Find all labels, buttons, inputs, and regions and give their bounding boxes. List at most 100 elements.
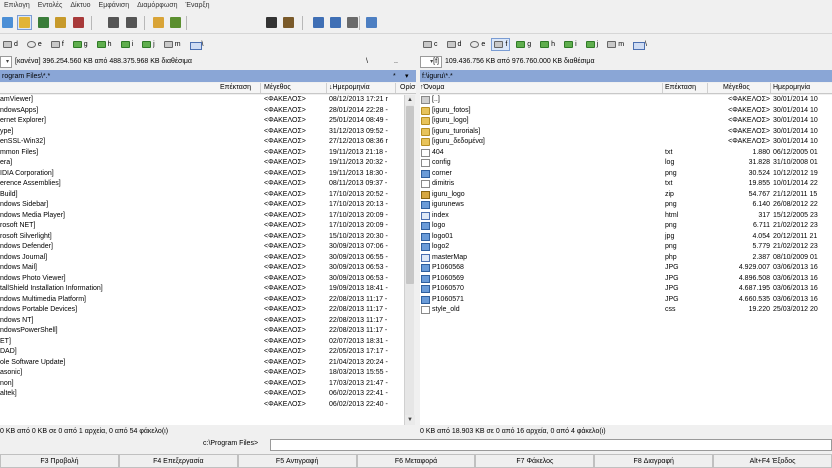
table-row[interactable]: logo png 6.711 21/02/2012 23 — [420, 221, 832, 232]
table-row[interactable]: dimitris txt 19.855 10/01/2014 22 — [420, 179, 832, 190]
left-col-attr[interactable]: Ορίσ — [400, 84, 415, 91]
drive-button-m[interactable]: m — [161, 38, 184, 51]
table-row[interactable]: enSSL-Win32] <ΦΑΚΕΛΟΣ> 27/12/2013 08:36 r — [0, 137, 404, 148]
drive-button-root[interactable]: \ — [630, 38, 650, 51]
table-row[interactable]: 404 txt 1.880 06/12/2005 01 — [420, 148, 832, 159]
table-row[interactable]: ndows Defender] <ΦΑΚΕΛΟΣ> 30/09/2013 07:06… — [0, 242, 404, 253]
menu-item[interactable]: Εμφάνιση — [95, 2, 134, 9]
table-row[interactable]: ndows Journal] <ΦΑΚΕΛΟΣ> 30/09/2013 06:55 … — [0, 253, 404, 264]
drive-button-h[interactable]: h — [537, 38, 558, 51]
right-col-ext[interactable]: Επέκταση — [665, 84, 696, 91]
drive-button-d[interactable]: d — [444, 38, 465, 51]
drive-button-e[interactable]: e — [467, 38, 488, 51]
drive-button-f[interactable]: f — [48, 38, 67, 51]
menu-item[interactable]: Δίκτυο — [66, 2, 94, 9]
drive-button-f[interactable]: f — [491, 38, 511, 51]
notepad-button[interactable] — [364, 15, 379, 30]
forward-button[interactable] — [124, 15, 139, 30]
table-row[interactable]: ndows Media Player] <ΦΑΚΕΛΟΣ> 17/10/2013 2… — [0, 211, 404, 222]
table-row[interactable]: erence Assemblies] <ΦΑΚΕΛΟΣ> 08/11/2013 09… — [0, 179, 404, 190]
fkey-button[interactable]: F5 Αντιγραφή — [237, 454, 357, 468]
scroll-up-icon[interactable]: ▲ — [405, 95, 415, 105]
table-row[interactable]: amViewer] <ΦΑΚΕΛΟΣ> 08/12/2013 17:21 r — [0, 95, 404, 106]
drive-button-g[interactable]: g — [513, 38, 534, 51]
ftp-connect-button[interactable] — [311, 15, 326, 30]
left-col-ext[interactable]: Επέκταση — [220, 84, 251, 91]
unpack-files-button[interactable] — [168, 15, 183, 30]
command-input[interactable] — [270, 439, 832, 451]
tree-view-button[interactable] — [53, 15, 68, 30]
scroll-thumb[interactable] — [406, 106, 414, 284]
fkey-button[interactable]: F3 Προβολή — [0, 454, 119, 468]
table-row[interactable]: ype] <ΦΑΚΕΛΟΣ> 31/12/2013 09:52 - — [0, 127, 404, 138]
drive-button-d[interactable]: d — [0, 38, 21, 51]
table-row[interactable]: non] <ΦΑΚΕΛΟΣ> 17/03/2013 21:47 - — [0, 379, 404, 390]
drive-button-c[interactable]: c — [420, 38, 441, 51]
multi-rename-button[interactable] — [281, 15, 296, 30]
table-row[interactable]: DAD] <ΦΑΚΕΛΟΣ> 22/05/2013 17:17 - — [0, 347, 404, 358]
menu-item[interactable]: Εντολές — [34, 2, 67, 9]
fkey-button[interactable]: F6 Μεταφορά — [356, 454, 476, 468]
menu-item[interactable]: Έναρξη — [182, 2, 214, 9]
table-row[interactable]: [iguru_δεδομένα] <ΦΑΚΕΛΟΣ> 30/01/2014 10 — [420, 137, 832, 148]
find-files-button[interactable] — [264, 15, 279, 30]
table-row[interactable]: mmon Files] <ΦΑΚΕΛΟΣ> 19/11/2013 21:18 - — [0, 148, 404, 159]
full-view-button[interactable] — [36, 15, 51, 30]
table-row[interactable]: ole Software Update] <ΦΑΚΕΛΟΣ> 21/04/2013 … — [0, 358, 404, 369]
table-row[interactable]: ndows NT] <ΦΑΚΕΛΟΣ> 22/08/2013 11:17 - — [0, 316, 404, 327]
ftp-new-connection-button[interactable] — [328, 15, 343, 30]
fkey-button[interactable]: Alt+F4 Έξοδος — [713, 454, 832, 468]
menu-item[interactable]: Διαμόρφωση — [133, 2, 181, 9]
drive-button-j[interactable]: j — [583, 38, 602, 51]
table-row[interactable]: ndows Mail] <ΦΑΚΕΛΟΣ> 30/09/2013 06:53 - — [0, 263, 404, 274]
table-row[interactable]: ndows Multimedia Platform] <ΦΑΚΕΛΟΣ> 22/08… — [0, 295, 404, 306]
table-row[interactable]: P1060568 JPG 4.929.007 03/06/2013 16 — [420, 263, 832, 274]
left-hotlist-button[interactable]: ▾ — [405, 72, 409, 80]
right-path-bar[interactable]: f:\iguru\*.* — [420, 70, 832, 82]
table-row[interactable]: IDIA Corporation] <ΦΑΚΕΛΟΣ> 19/11/2013 18:… — [0, 169, 404, 180]
table-row[interactable]: ndows Sidebar] <ΦΑΚΕΛΟΣ> 17/10/2013 20:13 … — [0, 200, 404, 211]
drive-button-e[interactable]: e — [24, 38, 45, 51]
drive-button-m[interactable]: m — [604, 38, 627, 51]
drive-button-g[interactable]: g — [70, 38, 91, 51]
left-history-button[interactable]: * — [393, 73, 396, 80]
table-row[interactable]: ndowsApps] <ΦΑΚΕΛΟΣ> 28/01/2014 22:28 - — [0, 106, 404, 117]
table-row[interactable]: rosoft Silverlight] <ΦΑΚΕΛΟΣ> 15/10/2013 2… — [0, 232, 404, 243]
pack-files-button[interactable] — [151, 15, 166, 30]
scroll-down-icon[interactable]: ▼ — [405, 415, 415, 425]
fkey-button[interactable]: F4 Επεξεργασία — [118, 454, 238, 468]
table-row[interactable]: P1060570 JPG 4.687.195 03/06/2013 16 — [420, 284, 832, 295]
table-row[interactable]: era] <ΦΑΚΕΛΟΣ> 19/11/2013 20:32 - — [0, 158, 404, 169]
table-row[interactable]: iguru_logo zip 54.767 21/12/2011 15 — [420, 190, 832, 201]
left-drive-select[interactable]: ▾ — [0, 55, 12, 68]
table-row[interactable]: tallShield Installation Information] <ΦΑΚ… — [0, 284, 404, 295]
drive-button-root[interactable]: \ — [187, 38, 207, 51]
table-row[interactable]: logo2 png 5.779 21/02/2012 23 — [420, 242, 832, 253]
left-scrollbar[interactable]: ▲ ▼ — [404, 95, 415, 425]
table-row[interactable]: corner png 30.524 10/12/2012 19 — [420, 169, 832, 180]
right-drive-select[interactable]: ▾ [f] — [420, 55, 442, 68]
table-row[interactable]: ndows Photo Viewer] <ΦΑΚΕΛΟΣ> 30/09/2013 0… — [0, 274, 404, 285]
table-row[interactable]: <ΦΑΚΕΛΟΣ> 06/02/2013 22:40 - — [0, 400, 404, 411]
left-root-button[interactable]: \ — [366, 58, 368, 65]
table-row[interactable]: masterMap php 2.387 08/10/2009 01 — [420, 253, 832, 264]
menu-item[interactable]: Επιλογη — [0, 2, 34, 9]
drive-button-j[interactable]: j — [139, 38, 158, 51]
left-up-button[interactable]: .. — [394, 58, 398, 65]
table-row[interactable]: logo01 jpg 4.054 20/12/2011 21 — [420, 232, 832, 243]
left-path-bar[interactable]: rogram Files\*.* * ▾ — [0, 70, 416, 82]
drive-button-i[interactable]: i — [118, 38, 137, 51]
table-row[interactable]: P1060571 JPG 4.660.535 03/06/2013 16 — [420, 295, 832, 306]
fkey-button[interactable]: F8 Διαγραφή — [594, 454, 714, 468]
table-row[interactable]: [..] <ΦΑΚΕΛΟΣ> 30/01/2014 10 — [420, 95, 832, 106]
drive-button-h[interactable]: h — [94, 38, 115, 51]
invert-selection-button[interactable] — [71, 15, 86, 30]
left-file-list[interactable]: amViewer] <ΦΑΚΕΛΟΣ> 08/12/2013 17:21 r ndow… — [0, 95, 404, 425]
left-col-date[interactable]: ↓Ημερομηνία — [329, 84, 370, 91]
left-col-size[interactable]: Μέγεθος — [264, 84, 291, 91]
back-button[interactable] — [106, 15, 121, 30]
table-row[interactable]: igurunews png 6.140 26/08/2012 22 — [420, 200, 832, 211]
table-row[interactable]: ndows Portable Devices] <ΦΑΚΕΛΟΣ> 22/08/20… — [0, 305, 404, 316]
table-row[interactable]: asonic] <ΦΑΚΕΛΟΣ> 18/03/2013 15:55 - — [0, 368, 404, 379]
table-row[interactable]: P1060569 JPG 4.896.508 03/06/2013 16 — [420, 274, 832, 285]
